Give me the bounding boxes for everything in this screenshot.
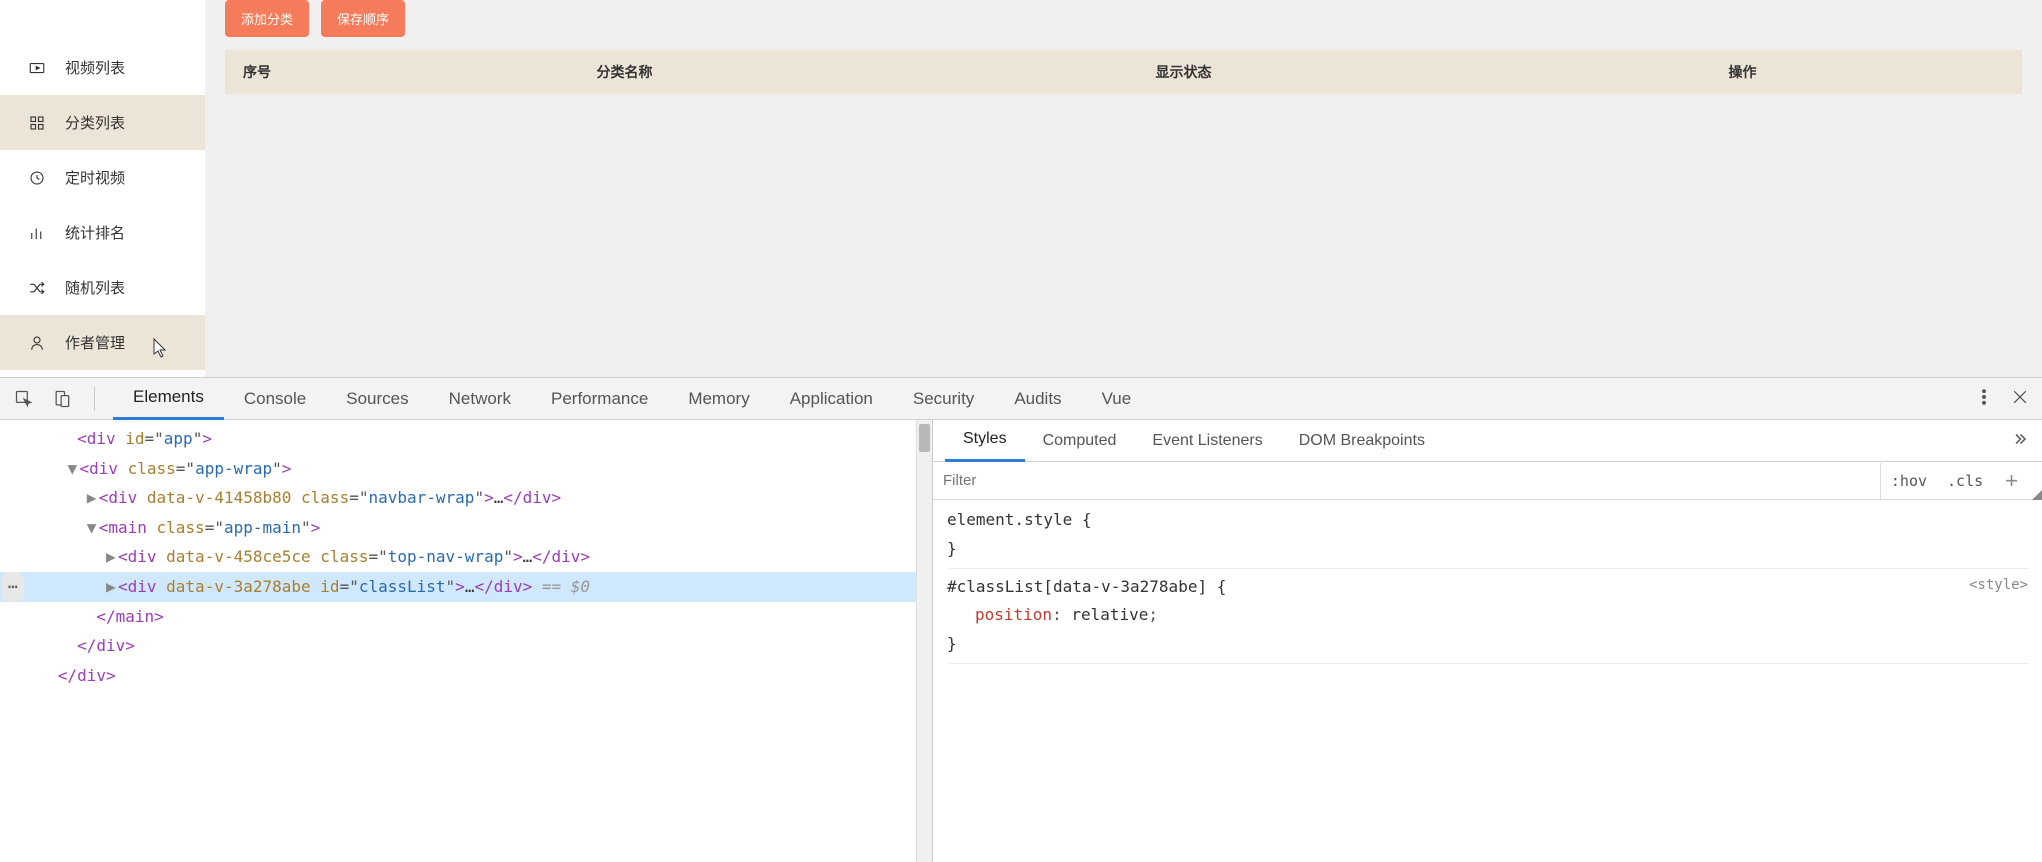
divider [94,387,95,411]
user-icon [27,333,47,353]
device-toggle-icon[interactable] [48,385,76,413]
app-content: 视频列表 分类列表 定时视频 统计排名 随机列表 [0,0,2042,377]
devtools-right-controls [1974,387,2042,411]
category-table-wrap: 序号 分类名称 显示状态 操作 [225,50,2022,94]
col-name: 分类名称 [345,50,904,94]
grid-icon [27,113,47,133]
sidebar-item-author-manage[interactable]: 作者管理 [0,315,205,370]
sidebar-item-random-list[interactable]: 随机列表 [0,260,205,315]
col-actions: 操作 [1463,50,2022,94]
bar-chart-icon [27,223,47,243]
rule-source[interactable]: <style> [1969,573,2028,598]
elements-scrollbar[interactable] [916,420,932,862]
styles-panel: Styles Computed Event Listeners DOM Brea… [932,420,2042,862]
category-table: 序号 分类名称 显示状态 操作 [225,50,2022,94]
scrollbar-thumb[interactable] [919,424,930,452]
toolbar: 添加分类 保存顺序 [205,0,2042,50]
clock-icon [27,168,47,188]
rule-close: } [947,630,2028,659]
sidebar-item-label: 统计排名 [65,222,125,243]
sidebar-item-stats-ranking[interactable]: 统计排名 [0,205,205,260]
elements-tree[interactable]: <div id="app"> ▼<div class="app-wrap"> ▶… [0,420,916,862]
tab-elements[interactable]: Elements [113,378,224,420]
hov-toggle[interactable]: :hov [1881,472,1937,490]
col-status: 显示状态 [904,50,1463,94]
tab-network[interactable]: Network [429,378,531,420]
sidebar-item-video-list[interactable]: 视频列表 [0,40,205,95]
expand-icon[interactable] [2010,430,2042,451]
tab-sources[interactable]: Sources [326,378,428,420]
cls-toggle[interactable]: .cls [1937,472,1993,490]
rule-block[interactable]: <style> #classList[data-v-3a278abe] { po… [947,573,2028,664]
shuffle-icon [27,278,47,298]
tab-application[interactable]: Application [770,378,893,420]
rule-selector: #classList[data-v-3a278abe] { [947,573,2028,602]
devtools: Elements Console Sources Network Perform… [0,377,2042,862]
element-style-block[interactable]: element.style { } [947,506,2028,569]
col-index: 序号 [225,50,345,94]
styles-body[interactable]: element.style { } <style> #classList[dat… [933,500,2042,862]
resize-handle-icon[interactable] [2030,462,2042,500]
video-list-icon [27,58,47,78]
tab-event-listeners[interactable]: Event Listeners [1134,420,1280,462]
sidebar-item-label: 分类列表 [65,112,125,133]
devtools-body: <div id="app"> ▼<div class="app-wrap"> ▶… [0,420,2042,862]
tab-dom-breakpoints[interactable]: DOM Breakpoints [1281,420,1443,462]
sidebar-item-scheduled-video[interactable]: 定时视频 [0,150,205,205]
tab-memory[interactable]: Memory [668,378,769,420]
tab-styles[interactable]: Styles [945,420,1025,462]
more-icon[interactable] [1974,387,1994,411]
sidebar: 视频列表 分类列表 定时视频 统计排名 随机列表 [0,0,205,377]
styles-tabs: Styles Computed Event Listeners DOM Brea… [933,420,2042,462]
tab-console[interactable]: Console [224,378,326,420]
css-declaration[interactable]: position: relative; [947,601,2028,630]
styles-filter-row: :hov .cls + [933,462,2042,500]
add-rule-icon[interactable]: + [1993,468,2030,494]
tab-security[interactable]: Security [893,378,994,420]
save-order-button[interactable]: 保存顺序 [321,0,405,37]
close-icon[interactable] [2010,387,2030,411]
styles-filter-input[interactable] [933,463,1881,499]
tab-vue[interactable]: Vue [1082,378,1152,420]
sidebar-item-category-list[interactable]: 分类列表 [0,95,205,150]
tab-computed[interactable]: Computed [1025,420,1135,462]
inspect-icon[interactable] [10,385,38,413]
table-header-row: 序号 分类名称 显示状态 操作 [225,50,2022,94]
devtools-tabs: Elements Console Sources Network Perform… [0,378,2042,420]
add-category-button[interactable]: 添加分类 [225,0,309,37]
element-style-close: } [947,535,2028,564]
sidebar-item-label: 定时视频 [65,167,125,188]
sidebar-item-label: 视频列表 [65,57,125,78]
sidebar-item-label: 随机列表 [65,277,125,298]
tab-performance[interactable]: Performance [531,378,668,420]
main-area: 添加分类 保存顺序 序号 分类名称 显示状态 操作 [205,0,2042,377]
tab-audits[interactable]: Audits [994,378,1081,420]
element-style-selector: element.style { [947,506,2028,535]
sidebar-item-label: 作者管理 [65,332,125,353]
